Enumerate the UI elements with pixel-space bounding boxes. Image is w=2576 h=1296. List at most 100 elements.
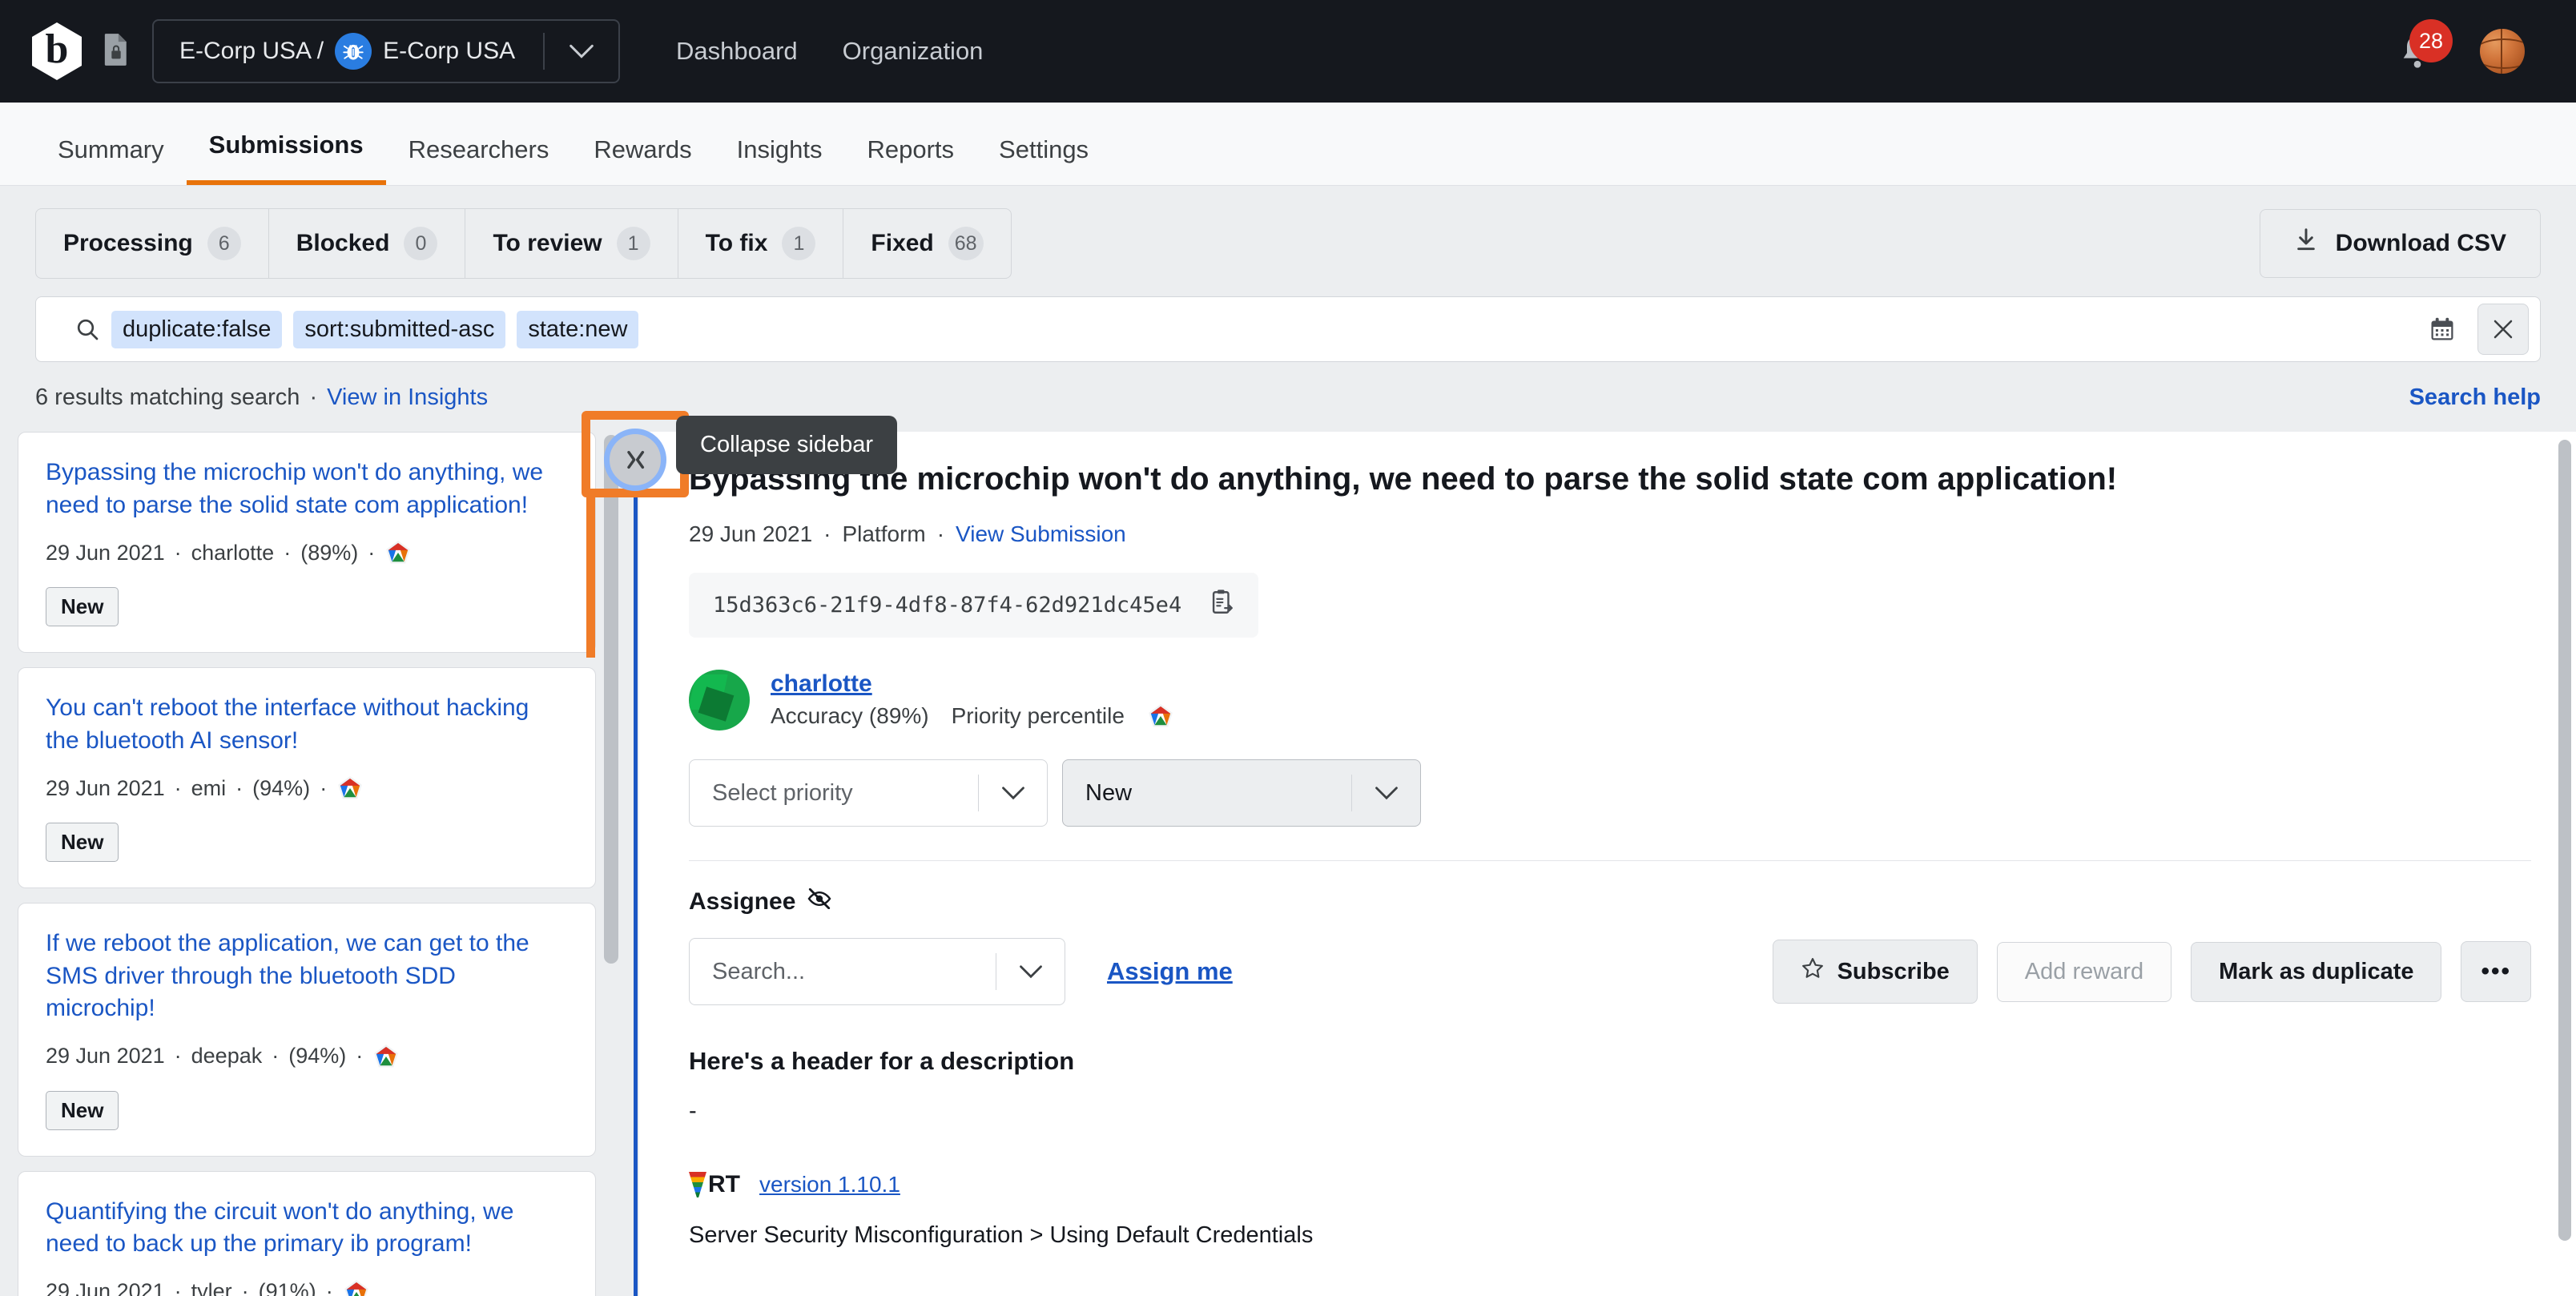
results-line: 6 results matching search · View in Insi… — [0, 362, 2576, 432]
download-csv-button[interactable]: Download CSV — [2259, 209, 2541, 278]
chevron-down-icon[interactable] — [996, 953, 1065, 990]
assignee-label-text: Assignee — [689, 888, 796, 915]
status-segmented-control: Processing 6 Blocked 0 To review 1 To fi… — [35, 208, 1012, 279]
priority-select-value: Select priority — [712, 779, 853, 806]
add-reward-button[interactable]: Add reward — [1996, 941, 2172, 1002]
tab-insights[interactable]: Insights — [714, 135, 845, 185]
state-select-value: New — [1085, 779, 1133, 806]
status-tab-to-fix[interactable]: To fix 1 — [678, 209, 844, 278]
highlight-bar — [586, 497, 595, 658]
assign-me-link[interactable]: Assign me — [1107, 957, 1233, 986]
list-item[interactable]: If we reboot the application, we can get… — [18, 903, 596, 1157]
subscribe-label: Subscribe — [1837, 958, 1950, 984]
status-tab-fixed-label: Fixed — [871, 230, 934, 256]
list-item-title[interactable]: Bypassing the microchip won't do anythin… — [46, 457, 568, 521]
submissions-list: Bypassing the microchip won't do anythin… — [0, 432, 631, 1296]
chevron-down-icon[interactable] — [1351, 775, 1420, 811]
tab-researchers[interactable]: Researchers — [386, 135, 572, 185]
search-chip-sort[interactable]: sort:submitted-asc — [293, 310, 506, 348]
org-path-right: E-Corp USA — [383, 38, 516, 64]
search-bar[interactable]: duplicate:false sort:submitted-asc state… — [35, 296, 2541, 362]
view-in-insights-link[interactable]: View in Insights — [327, 384, 488, 411]
section-divider — [689, 860, 2531, 861]
bugcrowd-logo[interactable]: b — [32, 22, 82, 80]
collapse-sidebar-button[interactable] — [604, 429, 666, 491]
search-chip-duplicate[interactable]: duplicate:false — [111, 310, 283, 348]
list-scrollbar[interactable] — [604, 435, 618, 1296]
list-item-meta: 29 Jun 2021 · emi · (94%) · — [46, 775, 568, 802]
org-switcher[interactable]: E-Corp USA / E-Corp USA — [152, 19, 620, 83]
chevron-down-icon[interactable] — [978, 775, 1047, 811]
status-tab-fixed[interactable]: Fixed 68 — [843, 209, 1010, 278]
vrt-version-link[interactable]: version 1.10.1 — [759, 1172, 900, 1197]
copy-icon[interactable] — [1209, 589, 1234, 622]
list-item-meta: 29 Jun 2021 · charlotte · (89%) · — [46, 539, 568, 566]
list-item-accuracy: (91%) — [258, 1279, 316, 1296]
tab-rewards[interactable]: Rewards — [571, 135, 714, 185]
search-bar-actions — [2418, 304, 2529, 355]
mark-as-duplicate-button[interactable]: Mark as duplicate — [2191, 941, 2442, 1002]
status-tab-to-fix-count: 1 — [782, 227, 816, 260]
notifications-button[interactable]: 28 — [2397, 19, 2453, 72]
priority-select[interactable]: Select priority — [689, 759, 1048, 827]
vrt-classification-path: Server Security Misconfiguration > Using… — [689, 1222, 1314, 1248]
nav-item-dashboard[interactable]: Dashboard — [676, 37, 798, 66]
vrt-row: RT version 1.10.1 — [689, 1171, 2531, 1198]
list-item-accuracy: (94%) — [288, 1044, 347, 1068]
list-item-date: 29 Jun 2021 — [46, 1044, 165, 1068]
tab-submissions[interactable]: Submissions — [186, 131, 386, 185]
page-scrollbar[interactable] — [2558, 440, 2571, 1296]
researcher-name-link[interactable]: charlotte — [771, 670, 1174, 698]
nav-item-organization[interactable]: Organization — [843, 37, 984, 66]
more-options-button[interactable]: ••• — [2461, 941, 2531, 1002]
vrt-label: RT — [708, 1171, 740, 1197]
status-tab-fixed-count: 68 — [948, 227, 984, 260]
list-item[interactable]: You can't reboot the interface without h… — [18, 667, 596, 888]
list-item[interactable]: Bypassing the microchip won't do anythin… — [18, 432, 596, 653]
list-item-title[interactable]: You can't reboot the interface without h… — [46, 692, 568, 757]
list-item[interactable]: Quantifying the circuit won't do anythin… — [18, 1170, 596, 1296]
mark-as-duplicate-label: Mark as duplicate — [2219, 958, 2414, 984]
list-item-researcher: tyler — [191, 1279, 232, 1296]
priority-pentagon-icon — [343, 1278, 370, 1296]
page-scrollbar-thumb[interactable] — [2558, 440, 2571, 1241]
list-item-title[interactable]: Quantifying the circuit won't do anythin… — [46, 1196, 568, 1261]
add-reward-label: Add reward — [2024, 958, 2144, 984]
clear-search-button[interactable] — [2477, 304, 2529, 355]
calendar-icon[interactable] — [2418, 305, 2466, 353]
assignee-search-placeholder: Search... — [712, 958, 806, 984]
document-lock-icon[interactable] — [103, 32, 130, 71]
list-item-date: 29 Jun 2021 — [46, 1279, 165, 1296]
detail-action-buttons: Subscribe Add reward Mark as duplicate •… — [1772, 940, 2531, 1004]
researcher-info: charlotte Accuracy (89%) Priority percen… — [771, 670, 1174, 730]
user-avatar[interactable] — [2480, 29, 2525, 74]
detail-source: Platform — [842, 521, 926, 546]
results-count-text: 6 results matching search — [35, 384, 300, 410]
list-item-title[interactable]: If we reboot the application, we can get… — [46, 928, 568, 1025]
submission-uuid[interactable]: 15d363c6-21f9-4df8-87f4-62d921dc45e4 — [689, 573, 1259, 638]
search-chip-state[interactable]: state:new — [517, 310, 639, 348]
subscribe-button[interactable]: Subscribe — [1772, 940, 1978, 1004]
collapse-sidebar-tooltip: Collapse sidebar — [676, 416, 898, 474]
top-bar: b E-Corp USA / E-Corp USA Dashboard Orga… — [0, 0, 2576, 103]
status-tab-processing[interactable]: Processing 6 — [36, 209, 269, 278]
tab-summary[interactable]: Summary — [35, 135, 187, 185]
list-scrollbar-thumb[interactable] — [604, 435, 618, 964]
status-tab-to-review[interactable]: To review 1 — [465, 209, 678, 278]
divider-line — [634, 432, 638, 1296]
state-select[interactable]: New — [1062, 759, 1421, 827]
chevron-down-icon[interactable] — [543, 33, 618, 70]
status-badge: New — [46, 1090, 119, 1130]
search-help-link[interactable]: Search help — [2409, 384, 2541, 411]
page-title: Bypassing the microchip won't do anythin… — [689, 461, 2118, 497]
org-switcher-label: E-Corp USA / E-Corp USA — [179, 33, 515, 70]
status-tab-blocked[interactable]: Blocked 0 — [269, 209, 466, 278]
tab-settings[interactable]: Settings — [976, 135, 1111, 185]
priority-pentagon-icon — [372, 1043, 400, 1070]
list-item-researcher: deepak — [191, 1044, 263, 1068]
assignee-search-select[interactable]: Search... — [689, 938, 1065, 1005]
view-submission-link[interactable]: View Submission — [956, 521, 1126, 547]
avatar[interactable] — [689, 670, 750, 731]
priority-pentagon-icon — [384, 539, 412, 566]
tab-reports[interactable]: Reports — [845, 135, 977, 185]
